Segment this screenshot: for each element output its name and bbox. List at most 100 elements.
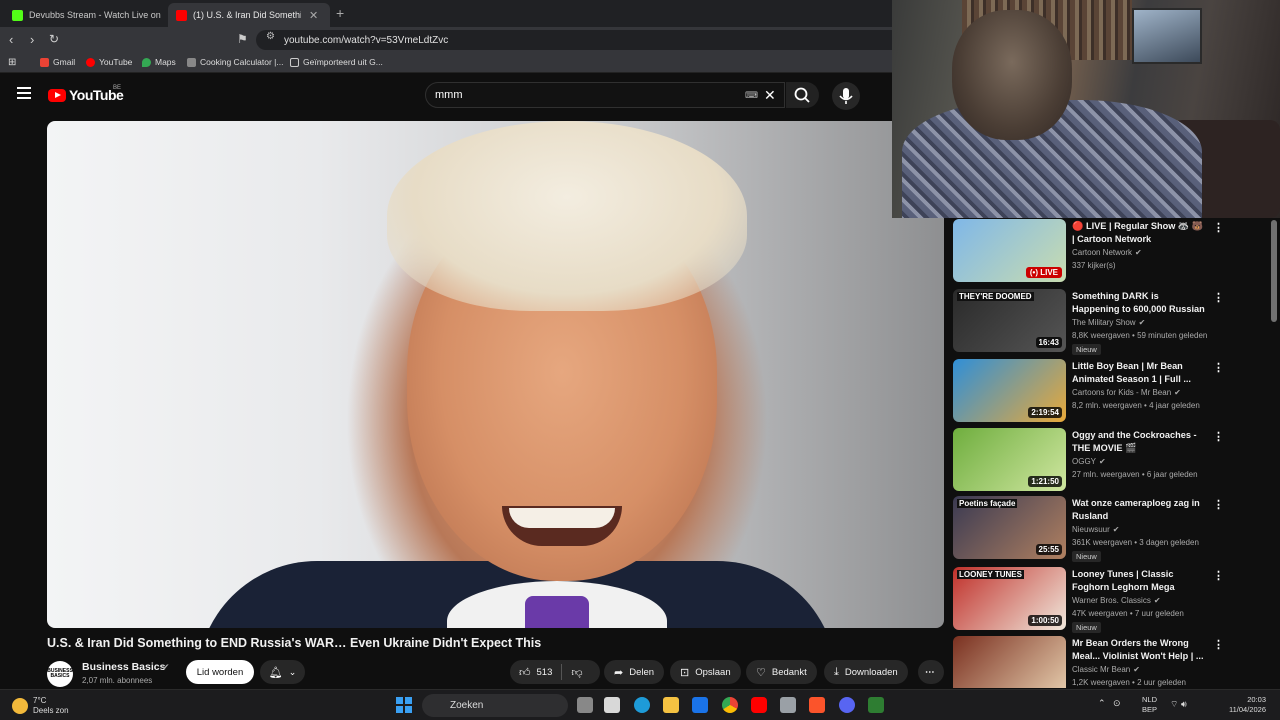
download-button[interactable]: ⤓ Downloaden (824, 660, 908, 684)
recommended-video[interactable]: 1:21:50 Oggy and the Cockroaches - THE MO… (953, 428, 1268, 494)
language-indicator[interactable]: NLD BEP (1142, 695, 1157, 715)
new-badge: Nieuw (1072, 344, 1101, 355)
video-thumbnail[interactable]: (•) LIVE (953, 219, 1066, 282)
channel-label: OGGY (1072, 457, 1097, 466)
more-options-icon[interactable]: ⋮ (1213, 221, 1224, 234)
browser-tab-kick[interactable]: Devubbs Stream - Watch Live on Kick (4, 3, 169, 27)
menu-icon[interactable] (17, 87, 31, 99)
apps-grid-icon[interactable]: ⊞ (8, 57, 16, 68)
keyboard-icon[interactable]: ⌨ (745, 90, 758, 101)
search-query: mmm (435, 89, 463, 101)
task-view-icon[interactable] (577, 697, 593, 713)
recommended-video-title[interactable]: 🔴 LIVE | Regular Show 🦝 🐻 | Cartoon Netw… (1072, 220, 1207, 246)
notifications-button[interactable]: 🔔︎ ⌄ (260, 660, 305, 684)
video-thumbnail[interactable]: 2:19:54 (953, 359, 1066, 422)
youtube-app-icon[interactable] (751, 697, 767, 713)
more-actions-button[interactable]: ⋯ (918, 660, 944, 684)
browser-toolbar: ‹ › ↻ ⚑ youtube.com/watch?v=53VmeLdtZvc (0, 27, 892, 53)
thanks-button[interactable]: ♡ Bedankt (746, 660, 817, 684)
recommended-video-title[interactable]: Mr Bean Orders the Wrong Meal... Violini… (1072, 637, 1207, 663)
scrollbar[interactable] (1271, 220, 1277, 322)
save-button[interactable]: ⊡ Opslaan (670, 660, 741, 684)
new-tab-button[interactable]: + (336, 5, 344, 21)
recommended-channel[interactable]: Cartoon Network ✔ (1072, 248, 1142, 257)
bookmark-maps[interactable]: Maps (142, 57, 176, 67)
video-thumbnail[interactable]: 1:21:50 (953, 428, 1066, 491)
verified-icon: ✔ (162, 662, 170, 672)
bookmark-cooking-calculator[interactable]: Cooking Calculator |... (187, 57, 283, 67)
outlook-icon[interactable] (692, 697, 708, 713)
recommended-channel[interactable]: Warner Bros. Classics ✔ (1072, 596, 1161, 605)
address-bar[interactable]: youtube.com/watch?v=53VmeLdtZvc (256, 30, 892, 50)
bookmark-icon[interactable]: ⚑ (237, 32, 248, 46)
more-options-icon[interactable]: ⋮ (1213, 498, 1224, 511)
recommended-channel[interactable]: Nieuwsuur ✔ (1072, 525, 1120, 534)
file-explorer-icon[interactable] (663, 697, 679, 713)
video-thumbnail[interactable]: Poetins façade 25:55 (953, 496, 1066, 559)
video-player[interactable] (47, 121, 944, 628)
search-button[interactable] (786, 82, 819, 108)
recommended-video[interactable]: 2:19:54 Little Boy Bean | Mr Bean Animate… (953, 359, 1268, 425)
forward-icon[interactable]: › (30, 32, 34, 47)
network-volume-icons[interactable]: ⌔ 🔊︎ (1170, 699, 1187, 710)
calculator-app-icon[interactable] (780, 697, 796, 713)
brave-icon[interactable] (809, 697, 825, 713)
recommended-channel[interactable]: Classic Mr Bean ✔ (1072, 665, 1140, 674)
more-options-icon[interactable]: ⋮ (1213, 638, 1224, 651)
bookmark-label: YouTube (99, 57, 133, 67)
close-tab-icon[interactable]: ✕ (309, 9, 318, 22)
verified-icon: ✔ (1099, 457, 1106, 466)
bookmark-label: Cooking Calculator |... (200, 57, 284, 67)
recommended-video-title[interactable]: Something DARK is Happening to 600,000 R… (1072, 290, 1207, 316)
recommended-channel[interactable]: OGGY ✔ (1072, 457, 1106, 466)
chrome-icon[interactable] (722, 697, 738, 713)
more-options-icon[interactable]: ⋮ (1213, 430, 1224, 443)
video-thumbnail[interactable]: THEY'RE DOOMED 16:43 (953, 289, 1066, 352)
recommended-video[interactable]: (•) LIVE 🔴 LIVE | Regular Show 🦝 🐻 | Cart… (953, 219, 1268, 285)
channel-name[interactable]: Business Basics (82, 661, 165, 673)
dislike-button[interactable]: 👎︎ (562, 660, 591, 684)
more-options-icon[interactable]: ⋮ (1213, 569, 1224, 582)
discord-icon[interactable] (839, 697, 855, 713)
recommended-channel[interactable]: Cartoons for Kids - Mr Bean ✔ (1072, 388, 1181, 397)
video-thumbnail[interactable] (953, 636, 1066, 688)
join-button[interactable]: Lid worden (186, 660, 254, 684)
clock[interactable]: 20:03 11/04/2026 (1200, 695, 1266, 715)
system-tray-icons[interactable]: ⌃ ⊙ (1098, 698, 1121, 709)
site-settings-icon[interactable]: ⚙ (266, 31, 275, 42)
store-icon[interactable] (604, 697, 620, 713)
browser-tab-youtube[interactable]: (1) U.S. & Iran Did Something ✕ (168, 3, 330, 27)
recommended-video-title[interactable]: Little Boy Bean | Mr Bean Animated Seaso… (1072, 360, 1207, 386)
verified-icon: ✔ (1138, 318, 1146, 327)
video-thumbnail[interactable]: LOONEY TUNES 1:00:50 (953, 567, 1066, 630)
recommended-video[interactable]: LOONEY TUNES 1:00:50 Looney Tunes | Classi… (953, 567, 1268, 633)
recommended-video-title[interactable]: Oggy and the Cockroaches - THE MOVIE 🎬 (1072, 429, 1207, 455)
recommended-channel[interactable]: The Military Show ✔ (1072, 318, 1145, 327)
recommended-video-title[interactable]: Looney Tunes | Classic Foghorn Leghorn M… (1072, 568, 1207, 594)
tab-title: Devubbs Stream - Watch Live on Kick (29, 10, 161, 20)
app-icon[interactable] (868, 697, 884, 713)
search-input[interactable]: mmm (425, 82, 785, 108)
edge-icon[interactable] (634, 697, 650, 713)
bookmark-youtube[interactable]: YouTube (86, 57, 132, 67)
thumbnail-text: Poetins façade (957, 499, 1018, 508)
bookmark-gmail[interactable]: Gmail (40, 57, 75, 67)
recommended-video[interactable]: Mr Bean Orders the Wrong Meal... Violini… (953, 636, 1268, 688)
channel-avatar[interactable]: BUSINESS BASICS (47, 661, 73, 687)
clear-search-icon[interactable]: ✕ (764, 87, 776, 104)
more-options-icon[interactable]: ⋮ (1213, 291, 1224, 304)
recommended-video-title[interactable]: Wat onze cameraploeg zag in Rusland (1072, 497, 1207, 523)
like-button[interactable]: 👍︎ 513 (510, 660, 561, 684)
more-options-icon[interactable]: ⋮ (1213, 361, 1224, 374)
recommended-video[interactable]: Poetins façade 25:55 Wat onze cameraploeg … (953, 496, 1268, 562)
start-button[interactable] (396, 697, 412, 713)
back-icon[interactable]: ‹ (9, 32, 13, 47)
bookmark-folder-imported[interactable]: Geïmporteerd uit G... (290, 57, 383, 67)
share-button[interactable]: ➦ Delen (604, 660, 665, 684)
reload-icon[interactable]: ↻ (49, 32, 59, 46)
region-code: BE (113, 85, 122, 91)
recommended-video[interactable]: THEY'RE DOOMED 16:43 Something DARK is Hap… (953, 289, 1268, 355)
taskbar-search-box[interactable]: Zoeken (422, 694, 568, 717)
voice-search-button[interactable] (832, 82, 860, 110)
weather-widget[interactable]: 7°C Deels zon (12, 696, 69, 716)
